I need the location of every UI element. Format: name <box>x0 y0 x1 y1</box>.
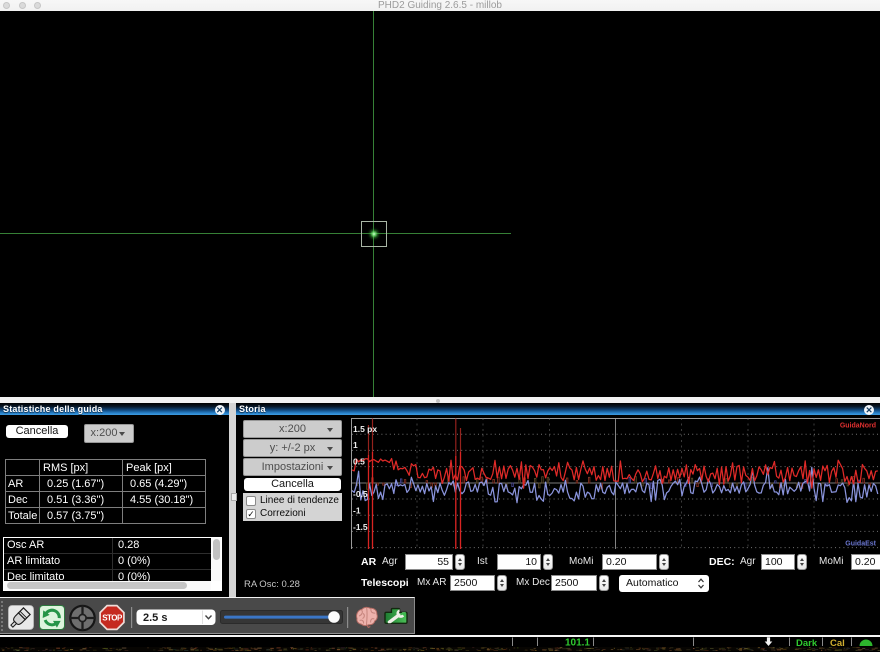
svg-text:-1: -1 <box>353 506 361 516</box>
svg-text:GuidaEst: GuidaEst <box>845 540 876 547</box>
svg-text:GuidaNord: GuidaNord <box>840 422 876 429</box>
svg-text:1.5 px: 1.5 px <box>353 424 377 434</box>
svg-text:1: 1 <box>353 440 358 450</box>
svg-text:-0.5: -0.5 <box>353 489 368 499</box>
svg-text:-1.5: -1.5 <box>353 522 368 532</box>
svg-text:2.5 s: 2.5 s <box>143 612 167 624</box>
svg-text:0.5: 0.5 <box>353 456 365 466</box>
svg-text:STOP: STOP <box>102 614 123 623</box>
